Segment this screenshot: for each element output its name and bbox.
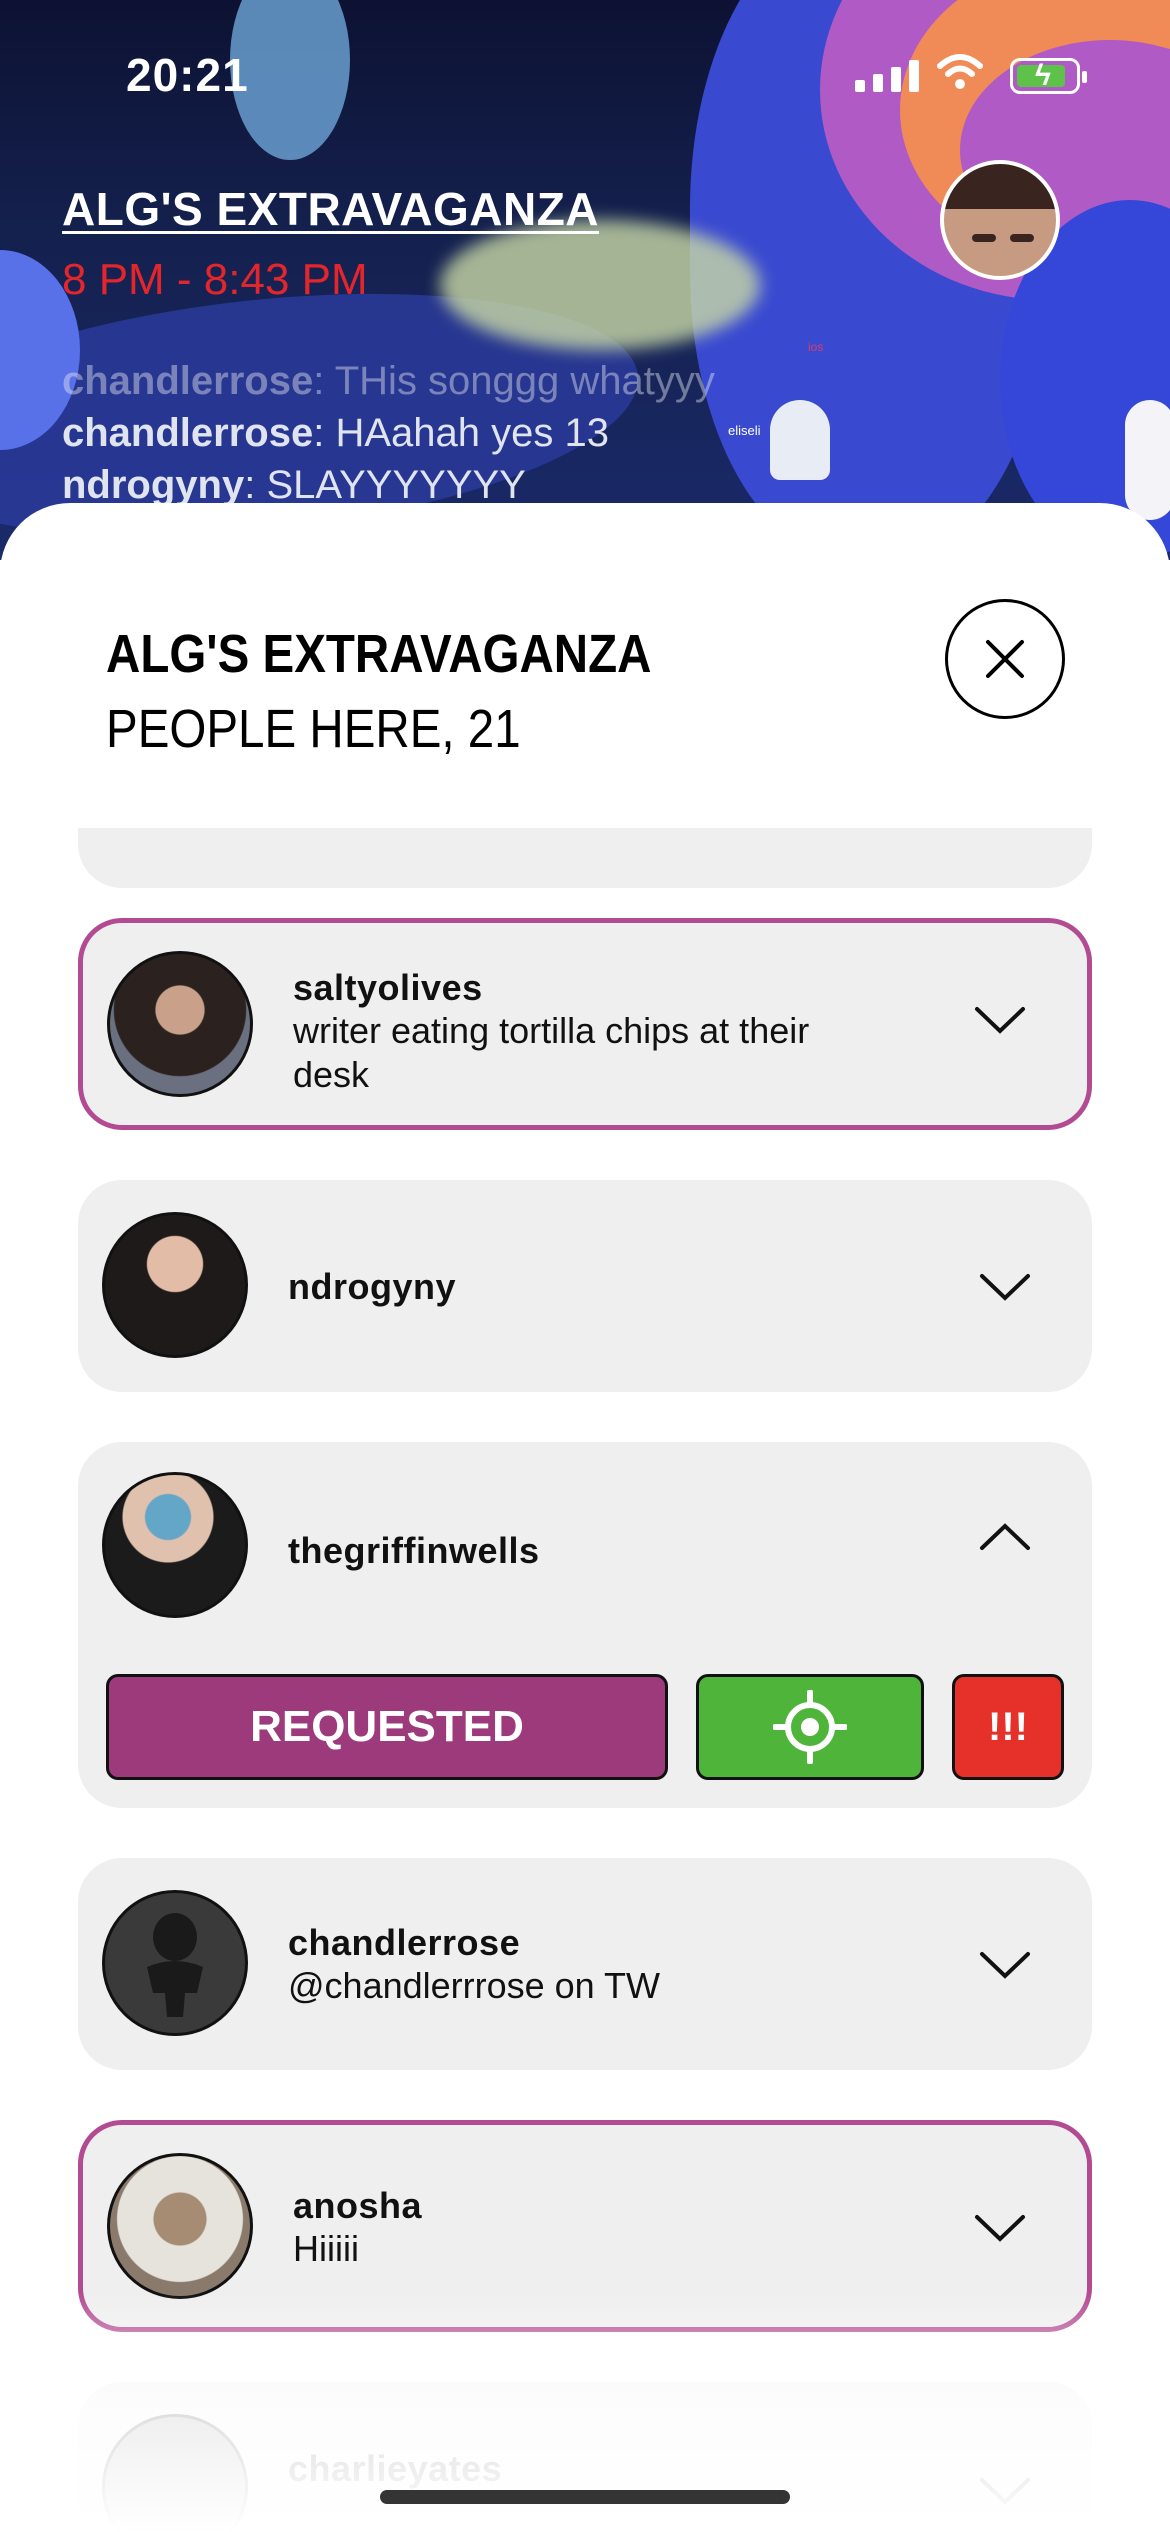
chevron-down-icon[interactable]: [973, 1003, 1027, 1037]
chevron-down-icon[interactable]: [973, 2211, 1027, 2245]
chevron-down-icon[interactable]: [978, 1270, 1032, 1304]
locate-button[interactable]: [696, 1674, 924, 1780]
user-bio: @chandlerrrose on TW: [288, 1965, 661, 2006]
person-card[interactable]: charlieyates: [78, 2382, 1092, 2532]
battery-icon: ϟ: [1010, 58, 1087, 94]
avatar-sprite: [1125, 400, 1170, 520]
avatar: [102, 2414, 248, 2532]
username: charlieyates: [288, 2448, 503, 2489]
wifi-icon: [937, 54, 983, 89]
sheet-title: ALG'S EXTRAVAGANZA: [106, 624, 652, 684]
people-list[interactable]: saltyolives writer eating tortilla chips…: [0, 828, 1170, 2532]
avatar: [107, 951, 253, 1097]
list-item[interactable]: [78, 828, 1092, 888]
default-avatar-icon: [147, 1913, 203, 2017]
user-bio: Hiiiii: [293, 2228, 359, 2269]
room-title[interactable]: ALG'S EXTRAVAGANZA: [62, 182, 599, 236]
user-bio: writer eating tortilla chips at their de…: [293, 1010, 810, 1095]
chat-message: chandlerrose: THis songgg whatyyy: [62, 359, 715, 403]
person-card[interactable]: anosha Hiiiii: [78, 2120, 1092, 2332]
scene-tag: eliseli: [728, 423, 761, 438]
requested-button[interactable]: REQUESTED: [106, 1674, 668, 1780]
status-bar: 20:21 ϟ: [0, 0, 1170, 150]
close-icon: [986, 640, 1024, 678]
username: chandlerrose: [288, 1922, 521, 1963]
chat-feed: chandlerrose: THis songgg whatyyy chandl…: [62, 355, 715, 511]
person-card[interactable]: ndrogyny: [78, 1180, 1092, 1392]
avatar: [102, 1212, 248, 1358]
status-time: 20:21: [126, 49, 249, 101]
crosshair-icon: [773, 1690, 847, 1764]
person-card[interactable]: saltyolives writer eating tortilla chips…: [78, 918, 1092, 1130]
chevron-down-icon[interactable]: [978, 2474, 1032, 2508]
username: ndrogyny: [288, 1266, 457, 1307]
avatar-sprite: [770, 400, 830, 480]
people-sheet: ALG'S EXTRAVAGANZA PEOPLE HERE, 21 salty…: [0, 503, 1170, 2532]
room-time-range: 8 PM - 8:43 PM: [62, 255, 368, 304]
person-card-expanded[interactable]: thegriffinwells REQUESTED !!!: [78, 1442, 1092, 1808]
username: saltyolives: [293, 967, 483, 1008]
my-avatar[interactable]: [940, 160, 1060, 280]
username: thegriffinwells: [288, 1530, 540, 1571]
signal-icon: [855, 60, 919, 92]
chevron-up-icon[interactable]: [978, 1520, 1032, 1554]
scene-tag: ios: [808, 340, 824, 354]
avatar: [102, 1472, 248, 1618]
avatar: [107, 2153, 253, 2299]
chat-message: chandlerrose: HAahah yes 13: [62, 411, 609, 455]
chevron-down-icon[interactable]: [978, 1948, 1032, 1982]
people-count: PEOPLE HERE, 21: [106, 699, 521, 759]
home-indicator[interactable]: [380, 2490, 790, 2504]
person-card[interactable]: chandlerrose @chandlerrrose on TW: [78, 1858, 1092, 2070]
username: anosha: [293, 2185, 423, 2226]
avatar: [102, 1890, 248, 2036]
report-button[interactable]: !!!: [952, 1674, 1064, 1780]
close-button[interactable]: [945, 599, 1065, 719]
